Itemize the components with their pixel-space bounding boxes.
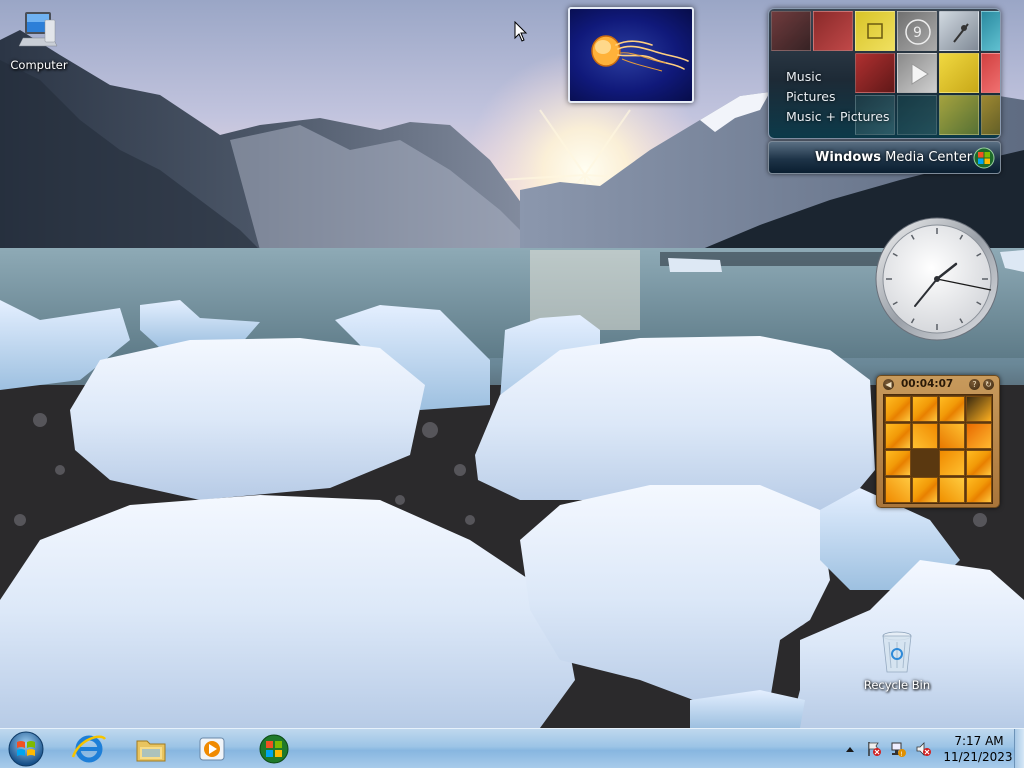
media-center-gadget[interactable]: 9 Music Pictures Music + Pictures Window…: [768, 8, 1001, 174]
media-tile[interactable]: [981, 11, 1000, 51]
show-hidden-icons-chevron-icon[interactable]: [845, 741, 855, 757]
puzzle-tile[interactable]: [939, 423, 965, 449]
windows-media-player-icon: [199, 737, 225, 761]
slideshow-gadget[interactable]: [568, 7, 694, 103]
media-tile[interactable]: [981, 53, 1000, 93]
media-center-title: Windows Media Center: [815, 150, 973, 165]
media-tile[interactable]: [855, 11, 895, 51]
puzzle-tile[interactable]: [939, 396, 965, 422]
puzzle-tile[interactable]: [966, 396, 992, 422]
action-center-flag-icon[interactable]: [866, 741, 882, 757]
media-center-menu: Music Pictures Music + Pictures: [777, 67, 907, 127]
taskbar-clock-date[interactable]: 11/21/2023: [938, 750, 1018, 764]
media-tile[interactable]: [939, 53, 979, 93]
puzzle-tile[interactable]: [912, 477, 938, 503]
media-menu-pictures[interactable]: Pictures: [777, 87, 907, 107]
media-center-launch-bar[interactable]: Windows Media Center: [768, 141, 1001, 174]
network-icon[interactable]: !: [890, 741, 906, 758]
media-menu-music-pictures[interactable]: Music + Pictures: [777, 107, 907, 127]
puzzle-tile[interactable]: [885, 450, 911, 476]
taskbar-clock-time[interactable]: 7:17 AM: [944, 734, 1014, 748]
puzzle-grid: [883, 394, 993, 504]
puzzle-solve-icon[interactable]: ↻: [983, 379, 994, 390]
puzzle-tile[interactable]: [966, 450, 992, 476]
puzzle-tile[interactable]: [885, 423, 911, 449]
skier-icon: [953, 23, 969, 43]
analog-clock: [875, 217, 999, 341]
windows-media-center-icon: [259, 734, 289, 764]
desktop-icon-computer[interactable]: Computer: [2, 8, 76, 72]
puzzle-tile[interactable]: [885, 477, 911, 503]
mouse-cursor-icon: [514, 21, 528, 42]
desktop-icon-label: Recycle Bin: [863, 678, 931, 692]
puzzle-timer: 00:04:07: [901, 378, 954, 390]
album-icon: [867, 23, 883, 39]
puzzle-tile[interactable]: [939, 477, 965, 503]
media-center-tile-panel: 9 Music Pictures Music + Pictures: [768, 8, 1001, 139]
taskbar: ! 7:17 AM 11/21/2023: [0, 728, 1024, 768]
jellyfish-image: [591, 35, 689, 72]
media-tile[interactable]: [771, 11, 811, 51]
notification-area: ! 7:17 AM 11/21/2023: [840, 729, 1024, 768]
windows-start-orb-icon: [8, 731, 44, 767]
media-menu-music[interactable]: Music: [777, 67, 907, 87]
taskbar-windows-media-center[interactable]: [250, 731, 298, 767]
desktop-icon-recycle-bin[interactable]: Recycle Bin: [860, 628, 934, 692]
windows-explorer-icon: [136, 740, 166, 762]
puzzle-tile[interactable]: [966, 477, 992, 503]
recycle-bin-icon: [873, 628, 921, 676]
number-nine-icon: 9: [905, 19, 931, 45]
start-button[interactable]: [6, 730, 46, 768]
taskbar-windows-media-player[interactable]: [188, 731, 236, 767]
svg-text:9: 9: [913, 25, 922, 41]
show-desktop-button[interactable]: [1014, 729, 1024, 768]
puzzle-pause-icon[interactable]: ◀: [883, 379, 894, 390]
media-tile[interactable]: [939, 11, 979, 51]
puzzle-tile[interactable]: [912, 396, 938, 422]
taskbar-windows-explorer[interactable]: [127, 731, 175, 767]
media-tile[interactable]: [981, 95, 1000, 135]
desktop-icon-label: Computer: [10, 58, 68, 72]
puzzle-hint-icon[interactable]: ?: [969, 379, 980, 390]
clock-gadget[interactable]: [874, 216, 1000, 342]
puzzle-tile[interactable]: [939, 450, 965, 476]
puzzle-header: ◀ 00:04:07 ? ↻: [881, 378, 995, 392]
media-tile[interactable]: [813, 11, 853, 51]
taskbar-internet-explorer[interactable]: [65, 731, 113, 767]
computer-icon: [15, 8, 63, 56]
puzzle-tile[interactable]: [966, 423, 992, 449]
puzzle-tile[interactable]: [912, 423, 938, 449]
picture-puzzle-gadget[interactable]: ◀ 00:04:07 ? ↻: [876, 375, 1000, 508]
volume-muted-icon[interactable]: [915, 741, 931, 757]
media-tile[interactable]: [939, 95, 979, 135]
internet-explorer-icon: [71, 735, 107, 763]
svg-text:!: !: [900, 751, 902, 757]
media-tile[interactable]: 9: [897, 11, 937, 51]
windows-orb-icon: [973, 147, 995, 169]
puzzle-tile[interactable]: [885, 396, 911, 422]
